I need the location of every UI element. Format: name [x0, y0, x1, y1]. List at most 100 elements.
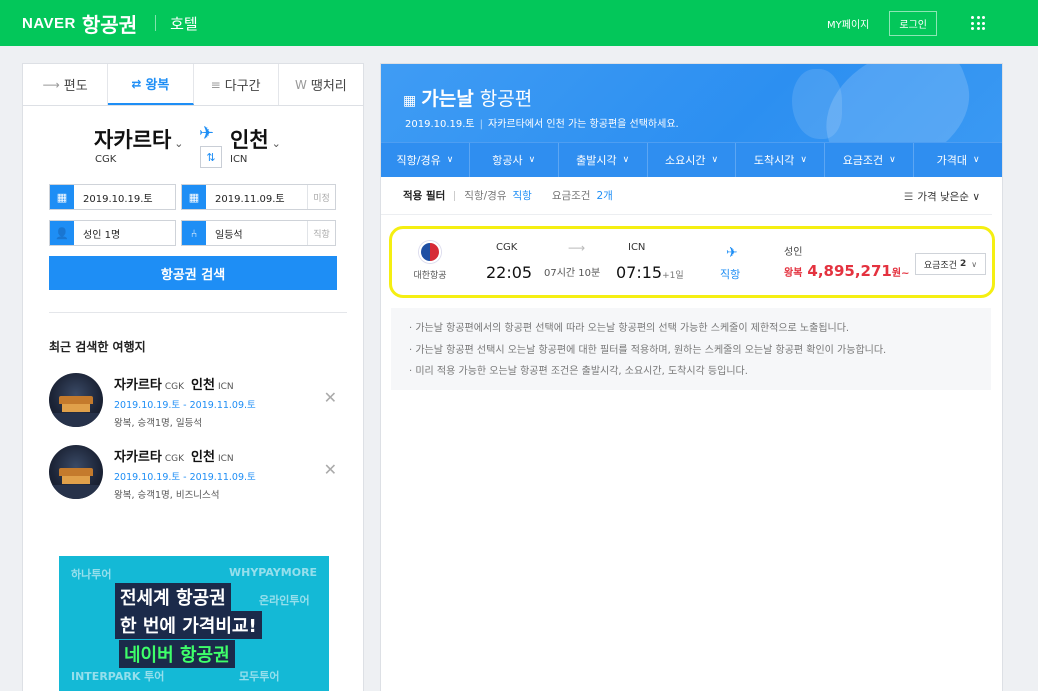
- round-trip-icon: ⇄: [131, 76, 142, 91]
- applied-filters: 적용 필터 직항/경유 직항 요금조건 2개 ☰ 가격 낮은순 ∨: [381, 177, 992, 215]
- apps-grid-icon[interactable]: [971, 16, 985, 30]
- calendar-icon: ▦: [403, 93, 417, 109]
- tab-round-trip[interactable]: ⇄ 왕복: [108, 64, 194, 105]
- promo-banner[interactable]: 하나투어 WHYPAYMORE 온라인투어 INTERPARK 투어 모두투어 …: [59, 556, 329, 691]
- login-button[interactable]: 로그인: [889, 10, 937, 36]
- header-user-area: MY페이지 로그인: [827, 0, 1038, 46]
- filter-departure-time[interactable]: 출발시각 ∨: [559, 143, 648, 177]
- trip-type-tabs: ⟶ 편도 ⇄ 왕복 ≡ 다구간 W 땡처리: [23, 64, 363, 106]
- recent-search-info: 자카르타 CGK 인천 ICN 2019.10.19.토 - 2019.11.09.토…: [114, 446, 256, 501]
- date-row: ▦ 2019.10.19.토 ▦ 2019.11.09.토 미정: [49, 184, 337, 210]
- banner-bg-text: WHYPAYMORE: [229, 566, 318, 579]
- flight-search-button[interactable]: 항공권 검색: [49, 256, 337, 290]
- calendar-icon: ▦: [50, 185, 74, 209]
- applied-filters-label: 적용 필터: [403, 190, 446, 202]
- multi-city-icon: ≡: [210, 77, 221, 92]
- person-icon: 👤: [50, 221, 74, 245]
- chevron-down-icon: ∨: [446, 155, 454, 165]
- recent-dates: 2019.10.19.토 - 2019.11.09.토: [114, 472, 256, 483]
- chevron-down-icon: ∨: [972, 191, 980, 203]
- close-icon[interactable]: ✕: [324, 460, 337, 479]
- passenger-type: 성인: [784, 247, 803, 258]
- top-navigation-bar: NAVER 항공권 호텔 MY페이지 로그인: [0, 0, 1038, 46]
- recent-detail: 왕복, 승객1명, 일등석: [114, 418, 203, 429]
- recent-detail: 왕복, 승객1명, 비즈니스석: [114, 490, 220, 501]
- arrival-city-select[interactable]: 인천 ⌄: [230, 124, 281, 154]
- recent-to-code: ICN: [217, 382, 234, 392]
- filter-label: 소요시간: [664, 154, 706, 167]
- recent-from-code: CGK: [164, 382, 185, 392]
- tab-label: 다구간: [224, 79, 261, 94]
- search-panel: ⟶ 편도 ⇄ 왕복 ≡ 다구간 W 땡처리 자카르타 ⌄ CGK ✈ ⇅ 인천 ⌄ ICN …: [22, 63, 364, 691]
- list-icon: ☰: [903, 191, 914, 203]
- filter-stops[interactable]: 직항/경유 ∨: [381, 143, 470, 177]
- chevron-down-icon: ∨: [711, 155, 719, 165]
- results-header: ▦ 가는날 항공편 2019.10.19.토 | 자카르타에서 인천 가는 항공편을 …: [381, 64, 1002, 142]
- direct-flight-label: 직항: [720, 268, 741, 281]
- banner-headline-2: 한 번에 가격비교!: [115, 611, 262, 639]
- airline-name: 대한항공: [413, 271, 447, 281]
- recent-search-item[interactable]: 자카르타 CGK 인천 ICN 2019.10.19.토 - 2019.11.09.토…: [23, 373, 363, 445]
- recent-dates: 2019.10.19.토 - 2019.11.09.토: [114, 400, 256, 411]
- tab-last-minute[interactable]: W 땡처리: [279, 64, 363, 105]
- return-undecided-toggle[interactable]: 미정: [307, 185, 335, 209]
- chevron-down-icon: ∨: [622, 155, 630, 165]
- seat-icon: ⑃: [182, 221, 206, 245]
- filter-arrival-time[interactable]: 도착시각 ∨: [736, 143, 826, 177]
- filter-label: 직항/경유: [396, 154, 441, 167]
- banner-bg-text: 온라인투어: [259, 594, 310, 607]
- recent-search-item[interactable]: 자카르타 CGK 인천 ICN 2019.10.19.토 - 2019.11.09.토…: [23, 445, 363, 517]
- recent-from-code: CGK: [164, 454, 185, 464]
- arrival-time: 07:15: [616, 263, 663, 282]
- section-divider: [49, 312, 347, 313]
- flights-service-link[interactable]: 항공권: [82, 9, 137, 38]
- tab-multi-city[interactable]: ≡ 다구간: [194, 64, 279, 105]
- filter-duration[interactable]: 소요시간 ∨: [648, 143, 737, 177]
- direct-only-toggle[interactable]: 직항: [307, 221, 335, 245]
- filter-airline[interactable]: 항공사 ∨: [470, 143, 559, 177]
- route-selector: 자카르타 ⌄ CGK ✈ ⇅ 인천 ⌄ ICN: [23, 106, 363, 184]
- recent-to-code: ICN: [217, 454, 234, 464]
- tab-one-way[interactable]: ⟶ 편도: [23, 64, 109, 105]
- filter-label: 출발시각: [576, 154, 617, 167]
- passenger-field[interactable]: 👤 성인 1명: [49, 220, 176, 246]
- last-minute-icon: W: [294, 77, 307, 92]
- banner-bg-text: 모두투어: [239, 670, 280, 683]
- recent-from: 자카르타: [114, 450, 162, 465]
- filter-price-range[interactable]: 가격대 ∨: [914, 143, 1002, 177]
- hotel-link[interactable]: 호텔: [170, 13, 198, 34]
- results-title-rest: 항공편: [479, 88, 533, 110]
- applied-filter-value[interactable]: 직항: [512, 188, 531, 203]
- destination-thumbnail: [49, 445, 103, 499]
- applied-filter-key: 요금조건: [551, 190, 591, 202]
- sort-dropdown[interactable]: ☰ 가격 낮은순 ∨: [904, 189, 980, 204]
- results-panel: ▦ 가는날 항공편 2019.10.19.토 | 자카르타에서 인천 가는 항공편을 …: [380, 63, 1003, 691]
- return-date-field[interactable]: ▦ 2019.11.09.토 미정: [181, 184, 336, 210]
- filter-fare-conditions[interactable]: 요금조건 ∨: [825, 143, 915, 177]
- chevron-down-icon: ⌄: [271, 137, 281, 150]
- notice-line: · 가는날 항공편에서의 항공편 선택에 따라 오는날 항공편의 선택 가능한 …: [409, 323, 850, 334]
- depart-date-field[interactable]: ▦ 2019.10.19.토: [49, 184, 176, 210]
- applied-filter-value[interactable]: 2개: [596, 188, 612, 203]
- swap-route-button[interactable]: ⇅: [200, 146, 222, 168]
- seat-class-field[interactable]: ⑃ 일등석 직항: [181, 220, 336, 246]
- chevron-down-icon: ∨: [800, 155, 807, 165]
- results-title: ▦ 가는날 항공편: [403, 84, 532, 111]
- naver-logo[interactable]: NAVER: [22, 15, 76, 32]
- sort-value: 가격 낮은순: [917, 191, 969, 203]
- my-page-link[interactable]: MY페이지: [827, 16, 869, 31]
- destination-thumbnail: [49, 373, 103, 427]
- banner-bg-text: INTERPARK 투어: [71, 670, 165, 683]
- filter-label: 요금조건: [842, 154, 884, 167]
- filter-label: 도착시각: [753, 154, 795, 167]
- close-icon[interactable]: ✕: [324, 388, 337, 407]
- fare-conditions-dropdown[interactable]: 요금조건 2 ∨: [915, 253, 986, 275]
- fare-conditions-count: 2: [960, 259, 967, 269]
- map-decoration: [792, 69, 842, 139]
- departure-city-select[interactable]: 자카르타 ⌄: [94, 124, 184, 154]
- flight-result-card[interactable]: 대한항공 CGK 22:05 ⟶ 07시간 10분 ICN 07:15+1일 ✈…: [389, 226, 995, 298]
- recent-to: 인천: [191, 450, 215, 465]
- calendar-icon: ▦: [182, 185, 206, 209]
- airplane-icon: ✈: [726, 245, 738, 261]
- seat-class-value: 일등석: [215, 229, 243, 241]
